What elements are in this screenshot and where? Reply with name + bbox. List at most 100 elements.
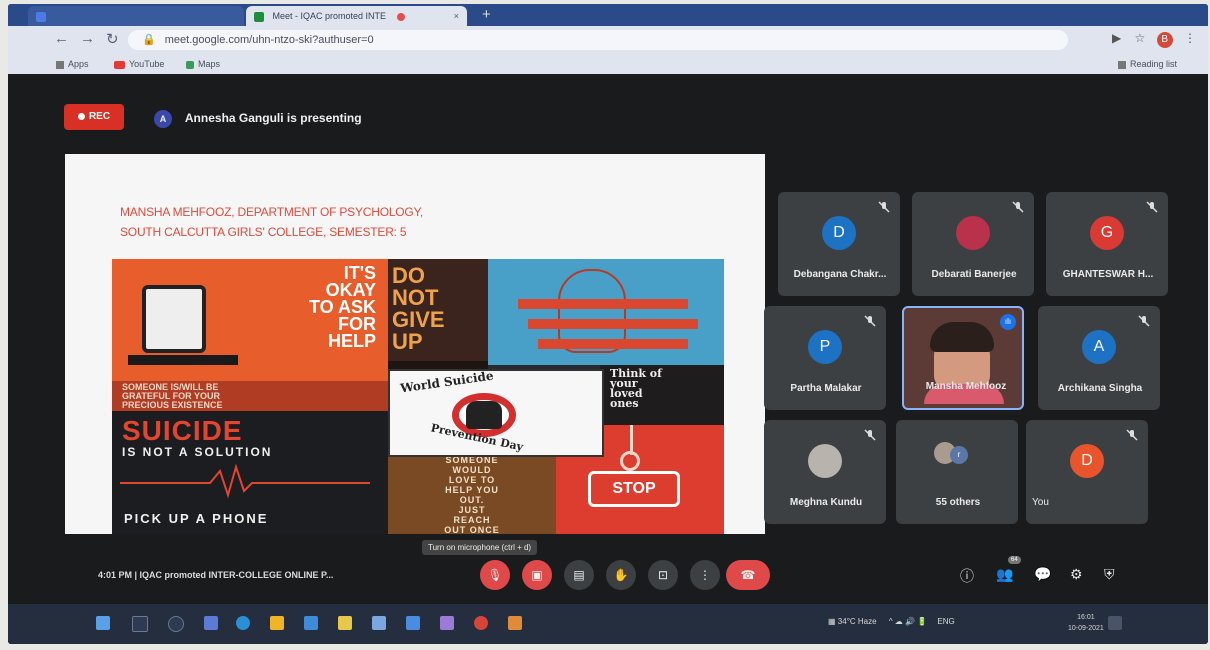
start-icon[interactable] <box>96 616 110 630</box>
meet-favicon-icon <box>254 11 264 22</box>
reload-icon[interactable]: ↻ <box>106 30 119 48</box>
captions-button[interactable]: ▤ <box>564 560 594 590</box>
participant-name: Mansha Mehfooz <box>925 381 1007 392</box>
present-button[interactable]: ⊡ <box>648 560 678 590</box>
store-icon[interactable] <box>304 616 318 630</box>
participant-tile-active-speaker[interactable]: ılı Mansha Mehfooz <box>902 306 1024 410</box>
forward-icon[interactable]: → <box>80 30 95 47</box>
file-explorer-icon[interactable] <box>338 616 352 630</box>
maps-icon <box>186 60 194 69</box>
tab-active[interactable]: Meet - IQAC promoted INTE × <box>246 6 467 26</box>
mail-icon[interactable] <box>372 616 386 630</box>
bookmark-maps[interactable]: Maps <box>186 54 220 74</box>
reading-list[interactable]: Reading list <box>1118 54 1177 74</box>
rec-dot-icon <box>77 112 85 120</box>
participant-name: GHANTESWAR H... <box>1062 269 1154 280</box>
self-tile[interactable]: D You <box>1026 420 1148 524</box>
hair-shape <box>930 322 994 352</box>
participant-tile[interactable]: A Archikana Singha <box>1038 306 1160 410</box>
chrome-icon[interactable] <box>270 616 284 630</box>
tray-icons[interactable]: ^ ☁ 🔊 🔋 <box>889 617 927 626</box>
windows-taskbar: ▦ 34°C Haze ^ ☁ 🔊 🔋 ENG 16:01 10-09-2021 <box>8 604 1208 644</box>
others-tile[interactable]: r 55 others <box>896 420 1018 524</box>
microphone-tooltip: Turn on microphone (ctrl + d) <box>422 540 538 555</box>
participant-video <box>930 322 994 388</box>
caption-line-2: SOUTH CALCUTTA GIRLS' COLLEGE, SEMESTER:… <box>120 225 407 239</box>
bookmarks-bar: Apps YouTube Maps Reading list <box>8 54 1208 74</box>
poster-collage: IT'S OKAY TO ASK FOR HELP DO NOT GIVE UP <box>112 259 724 534</box>
people-icon[interactable]: 👥 <box>996 566 1013 583</box>
poster-think-of-loved-ones: Think of your loved ones <box>600 365 724 425</box>
camera-button[interactable]: ▣ <box>522 560 552 590</box>
taskbar-clock[interactable]: 16:01 10-09-2021 <box>1068 612 1104 634</box>
ribbon-shape <box>528 319 698 329</box>
poster-grateful: SOMEONE IS/WILL BE GRATEFUL FOR YOUR PRE… <box>112 381 388 411</box>
participant-tile[interactable]: P Partha Malakar <box>764 306 886 410</box>
chrome-active-icon[interactable] <box>508 616 522 630</box>
poster-top-text: World Suicide <box>399 369 495 396</box>
back-icon[interactable]: ← <box>54 30 69 47</box>
activities-icon[interactable]: ⚙ <box>1070 566 1083 583</box>
tab-inactive[interactable] <box>28 6 244 26</box>
pickup-text: PICK UP A PHONE <box>124 511 269 526</box>
taskbar-app-icon[interactable] <box>204 616 218 630</box>
participant-tile[interactable]: Debarati Banerjee <box>912 192 1034 296</box>
teams-icon[interactable] <box>440 616 454 630</box>
mic-off-icon <box>864 314 876 327</box>
participant-tile[interactable]: G GHANTESWAR H... <box>1046 192 1168 296</box>
mic-off-icon <box>1138 314 1150 327</box>
okay-text: IT'S OKAY TO ASK FOR HELP <box>308 263 376 351</box>
clock-time: 16:01 <box>1077 614 1095 621</box>
host-controls-icon[interactable]: ⛨ <box>1104 566 1115 583</box>
recording-indicator-icon <box>396 12 405 21</box>
clock-date: 10-09-2021 <box>1068 625 1104 632</box>
meeting-details: 4:01 PM | IQAC promoted INTER-COLLEGE ON… <box>98 570 334 580</box>
photos-icon[interactable] <box>406 616 420 630</box>
bookmark-apps[interactable]: Apps <box>56 54 89 74</box>
participant-avatar: D <box>822 216 856 250</box>
task-view-icon[interactable] <box>168 616 184 632</box>
language-indicator[interactable]: ENG <box>937 617 954 626</box>
close-tab-icon[interactable]: × <box>454 6 459 26</box>
camera-off-icon: ▣ <box>531 568 543 582</box>
extension-icon[interactable]: ▶ <box>1112 31 1121 45</box>
participant-tile[interactable]: Meghna Kundu <box>764 420 886 524</box>
weather-icon[interactable]: ▦ <box>828 617 836 626</box>
weather-text[interactable]: 34°C Haze <box>838 617 877 626</box>
opera-icon[interactable] <box>474 616 488 630</box>
search-icon[interactable] <box>132 616 148 632</box>
phone-hangup-icon: ☎ <box>740 568 756 582</box>
noose-icon <box>620 451 640 471</box>
info-icon[interactable]: ⓘ <box>960 566 974 586</box>
participant-avatar: G <box>1090 216 1124 250</box>
microphone-button[interactable]: 🎙 <box>480 560 510 590</box>
menu-icon[interactable]: ⋮ <box>1184 31 1196 45</box>
poster-do-not-give-up: DO NOT GIVE UP <box>388 259 488 361</box>
donot-text: DO NOT GIVE UP <box>392 263 445 354</box>
participant-name: Debangana Chakr... <box>793 269 887 280</box>
profile-avatar[interactable]: B <box>1156 32 1173 48</box>
presenter-avatar: A <box>154 110 172 128</box>
apps-icon <box>56 60 64 69</box>
leave-call-button[interactable]: ☎ <box>726 560 770 590</box>
edge-icon[interactable] <box>236 616 250 630</box>
address-bar[interactable]: 🔒 meet.google.com/uhn-ntzo-ski?authuser=… <box>128 30 1068 50</box>
present-icon: ⊡ <box>657 568 669 582</box>
new-tab-button[interactable]: + <box>482 6 491 23</box>
hand-icon <box>466 401 502 429</box>
more-options-button[interactable]: ⋮ <box>690 560 720 590</box>
raise-hand-button[interactable]: ✋ <box>606 560 636 590</box>
chat-icon[interactable]: 💬 <box>1034 566 1051 583</box>
others-count: 55 others <box>935 497 981 508</box>
notification-icon[interactable] <box>1108 616 1122 630</box>
bookmark-youtube[interactable]: YouTube <box>114 54 164 74</box>
other-avatar: r <box>950 446 968 464</box>
participant-avatar <box>956 216 990 250</box>
toolbar-actions: ▶ ☆ B ⋮ <box>1112 31 1196 48</box>
hand-icon: ✋ <box>613 568 629 582</box>
star-icon[interactable]: ☆ <box>1135 31 1146 45</box>
presenter-banner: A Annesha Ganguli is presenting <box>154 110 362 128</box>
stop-sign: STOP <box>588 471 680 507</box>
reading-list-icon <box>1118 60 1126 69</box>
participant-tile[interactable]: D Debangana Chakr... <box>778 192 900 296</box>
